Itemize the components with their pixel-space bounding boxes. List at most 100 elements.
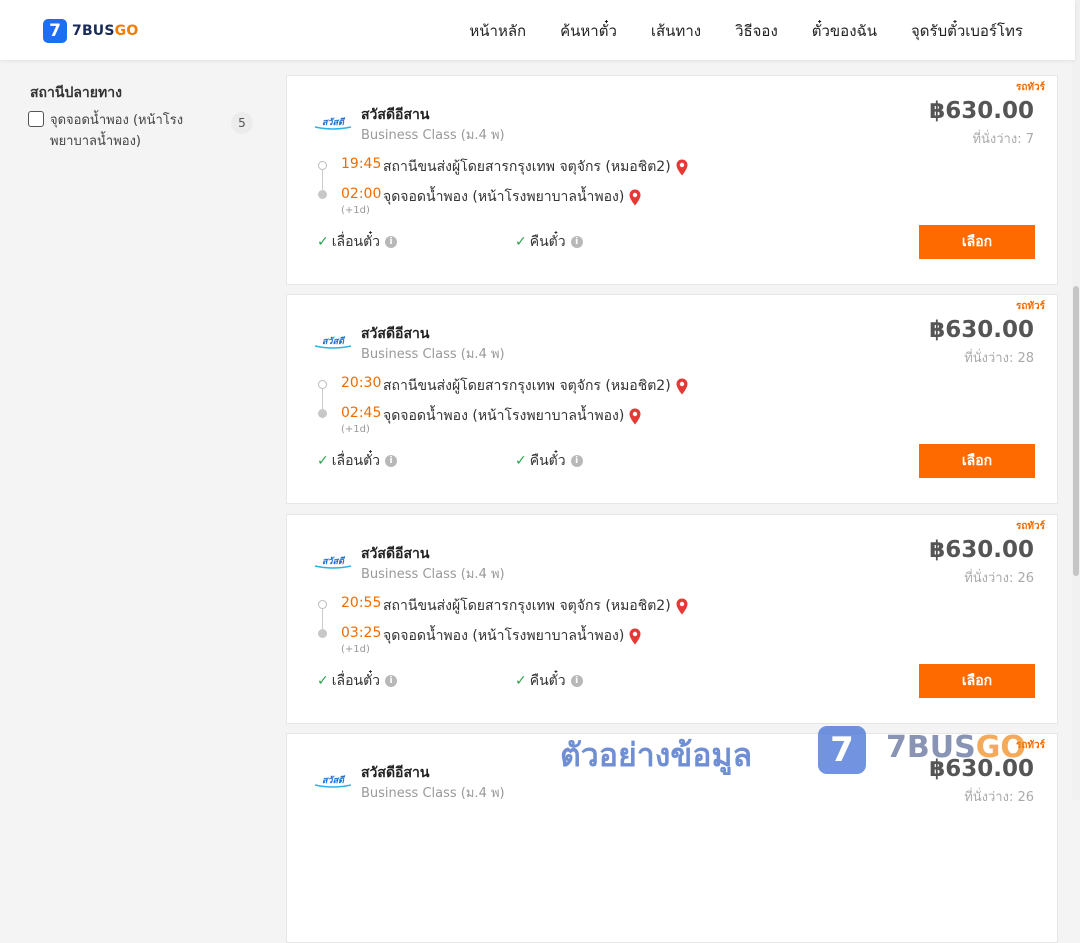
- info-icon[interactable]: i: [385, 236, 398, 248]
- map-pin-icon[interactable]: [629, 628, 641, 645]
- departure-stop[interactable]: สถานีขนส่งผู้โดยสารกรุงเทพ จตุจักร (หมอช…: [383, 156, 688, 178]
- filter-sidebar: สถานีปลายทาง จุดจอดน้ำพอง (หน้าโรงพยาบาล…: [0, 60, 270, 800]
- operator-name: สวัสดีอีสาน: [361, 326, 430, 342]
- nav-my-tickets[interactable]: ตั๋วของฉัน: [812, 19, 877, 43]
- departure-dot-icon: [318, 161, 327, 170]
- info-icon[interactable]: i: [385, 675, 398, 687]
- arrival-stop-name: จุดจอดน้ำพอง (หน้าโรงพยาบาลน้ำพอง): [383, 408, 625, 424]
- arrival-dot-icon: [318, 190, 327, 199]
- page-scrollbar[interactable]: [1072, 0, 1080, 800]
- svg-text:สวัสดี: สวัสดี: [322, 556, 346, 567]
- logo-mark: 7: [43, 19, 67, 43]
- departure-time: 20:30: [341, 375, 382, 391]
- info-icon[interactable]: i: [570, 675, 583, 687]
- feature-refund: ✓ คืนตั๋ว i: [515, 450, 583, 472]
- info-icon[interactable]: i: [570, 236, 583, 248]
- next-day-indicator: (+1d): [341, 205, 370, 216]
- arrival-stop-name: จุดจอดน้ำพอง (หน้าโรงพยาบาลน้ำพอง): [383, 189, 625, 205]
- trip-card: รถทัวร์ สวัสดี สวัสดีอีสาน Business Clas…: [286, 294, 1058, 504]
- select-trip-button[interactable]: เลือก: [919, 444, 1035, 478]
- feature-refund: ✓ คืนตั๋ว i: [515, 670, 583, 692]
- trip-price: ฿630.00: [929, 317, 1034, 343]
- logo-go: GO: [114, 23, 139, 39]
- trip-price: ฿630.00: [929, 537, 1034, 563]
- trip-card: รถทัวร์ สวัสดี สวัสดีอีสาน Business Clas…: [286, 514, 1058, 724]
- feature-reschedule: ✓ เลื่อนตั๋ว i: [317, 450, 398, 472]
- bus-class: Business Class (ม.4 พ): [361, 567, 505, 582]
- arrival-stop[interactable]: จุดจอดน้ำพอง (หน้าโรงพยาบาลน้ำพอง): [383, 405, 641, 427]
- main-nav: หน้าหลัก ค้นหาตั๋ว เส้นทาง วิธีจอง ตั๋วข…: [435, 19, 1023, 43]
- seats-available: ที่นั่งว่าง: 7: [972, 132, 1034, 147]
- arrival-stop[interactable]: จุดจอดน้ำพอง (หน้าโรงพยาบาลน้ำพอง): [383, 625, 641, 647]
- bus-type-tag: รถทัวร์: [1015, 740, 1045, 751]
- check-icon: ✓: [317, 234, 329, 250]
- departure-time: 20:55: [341, 595, 382, 611]
- departure-stop-name: สถานีขนส่งผู้โดยสารกรุงเทพ จตุจักร (หมอช…: [383, 159, 671, 175]
- scrollbar-thumb[interactable]: [1073, 286, 1079, 576]
- departure-dot-icon: [318, 380, 327, 389]
- departure-stop-name: สถานีขนส่งผู้โดยสารกรุงเทพ จตุจักร (หมอช…: [383, 378, 671, 394]
- arrival-time: 02:00: [341, 186, 382, 202]
- feature-reschedule: ✓ เลื่อนตั๋ว i: [317, 670, 398, 692]
- operator-name: สวัสดีอีสาน: [361, 107, 430, 123]
- trip-price: ฿630.00: [929, 98, 1034, 124]
- site-logo[interactable]: 7 7BUSGO: [43, 19, 138, 43]
- check-icon: ✓: [317, 453, 329, 469]
- seats-available: ที่นั่งว่าง: 26: [964, 571, 1034, 586]
- arrival-stop[interactable]: จุดจอดน้ำพอง (หน้าโรงพยาบาลน้ำพอง): [383, 186, 641, 208]
- map-pin-icon[interactable]: [676, 378, 688, 395]
- info-icon[interactable]: i: [570, 455, 583, 467]
- operator-logo-icon: สวัสดี: [314, 336, 352, 349]
- select-trip-button[interactable]: เลือก: [919, 664, 1035, 698]
- departure-stop-name: สถานีขนส่งผู้โดยสารกรุงเทพ จตุจักร (หมอช…: [383, 598, 671, 614]
- arrival-dot-icon: [318, 409, 327, 418]
- trip-card: รถทัวร์ สวัสดี สวัสดีอีสาน Business Clas…: [286, 733, 1058, 943]
- logo-text: 7BUSGO: [72, 23, 138, 39]
- filter-option-label[interactable]: จุดจอดน้ำพอง (หน้าโรงพยาบาลน้ำพอง): [50, 110, 210, 152]
- trip-card: รถทัวร์ สวัสดี สวัสดีอีสาน Business Clas…: [286, 75, 1058, 285]
- feature-reschedule: ✓ เลื่อนตั๋ว i: [317, 231, 398, 253]
- operator-name: สวัสดีอีสาน: [361, 546, 430, 562]
- svg-text:สวัสดี: สวัสดี: [322, 336, 346, 347]
- nav-search-tickets[interactable]: ค้นหาตั๋ว: [560, 19, 617, 43]
- operator-name: สวัสดีอีสาน: [361, 765, 430, 781]
- top-header: 7 7BUSGO หน้าหลัก ค้นหาตั๋ว เส้นทาง วิธี…: [0, 0, 1075, 60]
- map-pin-icon[interactable]: [629, 189, 641, 206]
- departure-stop[interactable]: สถานีขนส่งผู้โดยสารกรุงเทพ จตุจักร (หมอช…: [383, 375, 688, 397]
- feature-refund: ✓ คืนตั๋ว i: [515, 231, 583, 253]
- info-icon[interactable]: i: [385, 455, 398, 467]
- check-icon: ✓: [515, 673, 527, 689]
- svg-text:สวัสดี: สวัสดี: [322, 775, 346, 786]
- bus-type-tag: รถทัวร์: [1015, 301, 1045, 312]
- nav-home[interactable]: หน้าหลัก: [469, 19, 526, 43]
- map-pin-icon[interactable]: [629, 408, 641, 425]
- arrival-time: 02:45: [341, 405, 382, 421]
- feature-refund-label: คืนตั๋ว: [529, 453, 566, 469]
- filter-count-badge: 5: [231, 112, 253, 134]
- departure-dot-icon: [318, 600, 327, 609]
- arrival-time: 03:25: [341, 625, 382, 641]
- trip-price: ฿630.00: [929, 756, 1034, 782]
- nav-routes[interactable]: เส้นทาง: [651, 19, 701, 43]
- check-icon: ✓: [515, 453, 527, 469]
- operator-logo-icon: สวัสดี: [314, 117, 352, 130]
- filter-checkbox[interactable]: [28, 111, 44, 127]
- select-trip-button[interactable]: เลือก: [919, 225, 1035, 259]
- seats-available: ที่นั่งว่าง: 28: [964, 351, 1034, 366]
- nav-how-to-book[interactable]: วิธีจอง: [735, 19, 778, 43]
- nav-ticket-pickup-phone[interactable]: จุดรับตั๋วเบอร์โทร: [911, 19, 1023, 43]
- next-day-indicator: (+1d): [341, 424, 370, 435]
- bus-type-tag: รถทัวร์: [1015, 82, 1045, 93]
- operator-logo-icon: สวัสดี: [314, 556, 352, 569]
- next-day-indicator: (+1d): [341, 644, 370, 655]
- check-icon: ✓: [515, 234, 527, 250]
- map-pin-icon[interactable]: [676, 159, 688, 176]
- departure-time: 19:45: [341, 156, 382, 172]
- feature-reschedule-label: เลื่อนตั๋ว: [331, 673, 381, 689]
- feature-reschedule-label: เลื่อนตั๋ว: [331, 453, 381, 469]
- bus-type-tag: รถทัวร์: [1015, 521, 1045, 532]
- check-icon: ✓: [317, 673, 329, 689]
- departure-stop[interactable]: สถานีขนส่งผู้โดยสารกรุงเทพ จตุจักร (หมอช…: [383, 595, 688, 617]
- map-pin-icon[interactable]: [676, 598, 688, 615]
- feature-refund-label: คืนตั๋ว: [529, 673, 566, 689]
